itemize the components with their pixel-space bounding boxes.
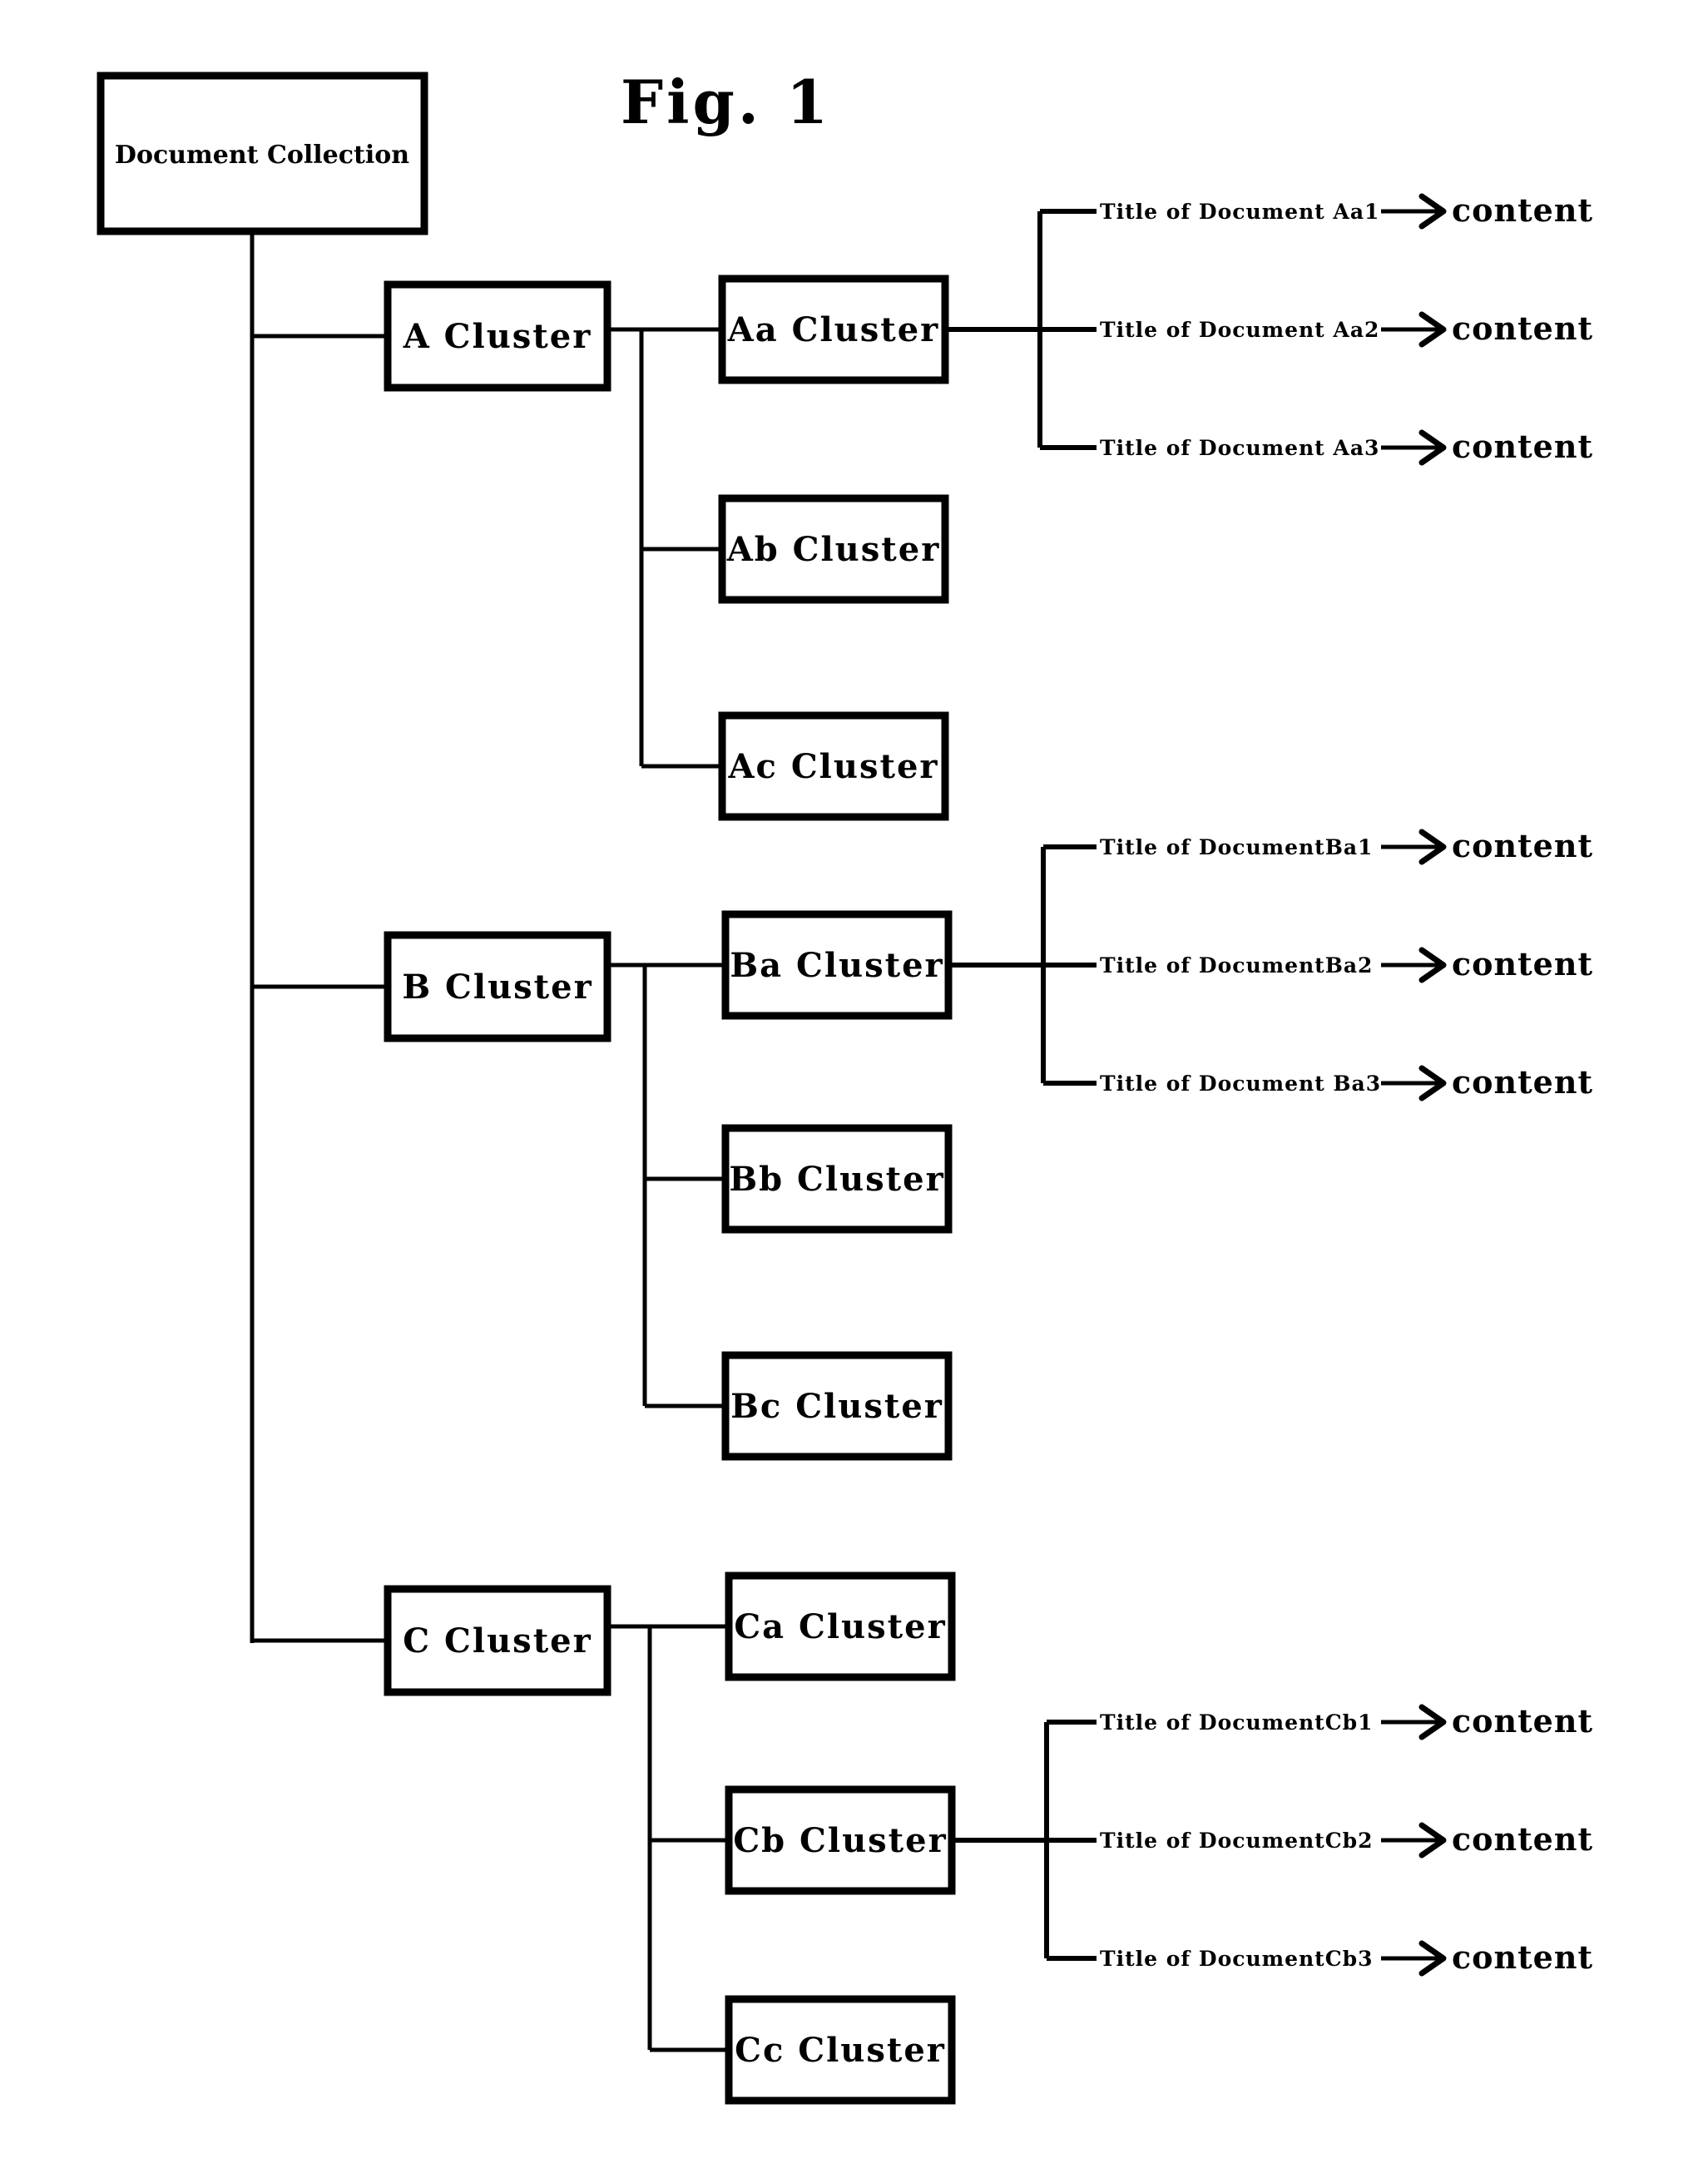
arrow-right-icon: [1381, 829, 1447, 865]
subcluster-bc-cluster[interactable]: Bc Cluster: [645, 1351, 953, 1461]
subcluster-label: Cb Cluster: [733, 1821, 947, 1860]
subcluster-label: Bc Cluster: [730, 1387, 943, 1426]
subcluster-label: Ca Cluster: [734, 1607, 946, 1646]
document-title[interactable]: Title of DocumentCb3: [1100, 1947, 1374, 1971]
arrow-right-icon: [1381, 1940, 1447, 1977]
content-label[interactable]: content: [1452, 1063, 1593, 1101]
subcluster-label: Ac Cluster: [728, 747, 939, 786]
document-title[interactable]: Title of Document Aa2: [1100, 318, 1379, 342]
content-label[interactable]: content: [1452, 827, 1593, 864]
subcluster-bb-cluster[interactable]: Bb Cluster: [645, 1124, 953, 1234]
document-title[interactable]: Title of Document Ba3: [1100, 1072, 1381, 1096]
arrow-right-icon: [1381, 947, 1447, 983]
document-item[interactable]: Title of Document Ba3 content: [1043, 1063, 1593, 1101]
document-title[interactable]: Title of DocumentCb1: [1100, 1710, 1374, 1735]
subcluster-label: Aa Cluster: [727, 310, 940, 349]
cluster-label: C Cluster: [403, 1621, 592, 1661]
cluster-label: A Cluster: [403, 317, 592, 356]
document-item[interactable]: Title of DocumentCb2 content: [1047, 1820, 1593, 1859]
subcluster-ab-cluster[interactable]: Ab Cluster: [641, 494, 949, 604]
clusters-layer: A Cluster Aa Cluster Title of Document Aa1…: [252, 191, 1593, 2105]
subcluster-ac-cluster[interactable]: Ac Cluster: [641, 711, 949, 821]
arrow-right-icon: [1381, 193, 1447, 230]
arrow-right-icon: [1381, 1822, 1447, 1859]
content-label[interactable]: content: [1452, 945, 1593, 983]
arrow-right-icon: [1381, 1704, 1447, 1740]
arrow-right-icon: [1381, 311, 1447, 348]
subcluster-label: Ab Cluster: [726, 530, 941, 569]
content-label[interactable]: content: [1452, 428, 1593, 465]
cluster-b-cluster[interactable]: B Cluster Ba Cluster Title of DocumentBa1 c…: [252, 827, 1593, 1461]
cluster-label: B Cluster: [402, 968, 592, 1007]
subcluster-label: Cc Cluster: [735, 2031, 946, 2070]
subcluster-ca-cluster[interactable]: Ca Cluster: [650, 1572, 956, 1681]
cluster-c-cluster[interactable]: C Cluster Ca Cluster Cb Cluster Title of Do…: [252, 1572, 1593, 2105]
document-item[interactable]: Title of Document Aa1 content: [1040, 191, 1593, 230]
document-item[interactable]: Title of Document Aa3 content: [1040, 428, 1593, 466]
content-label[interactable]: content: [1452, 1820, 1593, 1858]
document-item[interactable]: Title of DocumentBa2 content: [1043, 945, 1593, 983]
document-item[interactable]: Title of Document Aa2 content: [1040, 309, 1593, 348]
content-label[interactable]: content: [1452, 309, 1593, 347]
document-title[interactable]: Title of DocumentBa2: [1100, 953, 1373, 978]
content-label[interactable]: content: [1452, 1702, 1593, 1740]
subcluster-label: Ba Cluster: [730, 946, 943, 985]
cluster-a-cluster[interactable]: A Cluster Aa Cluster Title of Document Aa1…: [252, 191, 1593, 821]
root-label: Document Collection: [115, 141, 409, 170]
cluster-tree-diagram: Fig. 1 Document Collection A Cluster Aa C…: [97, 67, 1593, 2105]
subcluster-ba-cluster[interactable]: Ba ClusterTitle of DocumentBa1 contentTit…: [645, 827, 1593, 1101]
subcluster-aa-cluster[interactable]: Aa ClusterTitle of Document Aa1 contentTi…: [641, 191, 1593, 466]
document-title[interactable]: Title of Document Aa1: [1100, 200, 1379, 224]
arrow-right-icon: [1381, 429, 1447, 466]
figure-title: Fig. 1: [621, 67, 831, 137]
document-title[interactable]: Title of DocumentCb2: [1100, 1829, 1374, 1853]
content-label[interactable]: content: [1452, 1938, 1593, 1976]
content-label[interactable]: content: [1452, 191, 1593, 229]
document-item[interactable]: Title of DocumentBa1 content: [1043, 827, 1593, 865]
document-item[interactable]: Title of DocumentCb1 content: [1047, 1702, 1593, 1740]
root-node: Document Collection: [97, 72, 428, 235]
subcluster-label: Bb Cluster: [729, 1160, 944, 1199]
document-title[interactable]: Title of Document Aa3: [1100, 436, 1379, 460]
document-title[interactable]: Title of DocumentBa1: [1100, 835, 1373, 859]
document-item[interactable]: Title of DocumentCb3 content: [1047, 1938, 1593, 1977]
subcluster-cb-cluster[interactable]: Cb ClusterTitle of DocumentCb1 contentTit…: [650, 1702, 1593, 1977]
arrow-right-icon: [1381, 1065, 1447, 1101]
subcluster-cc-cluster[interactable]: Cc Cluster: [650, 1995, 956, 2105]
